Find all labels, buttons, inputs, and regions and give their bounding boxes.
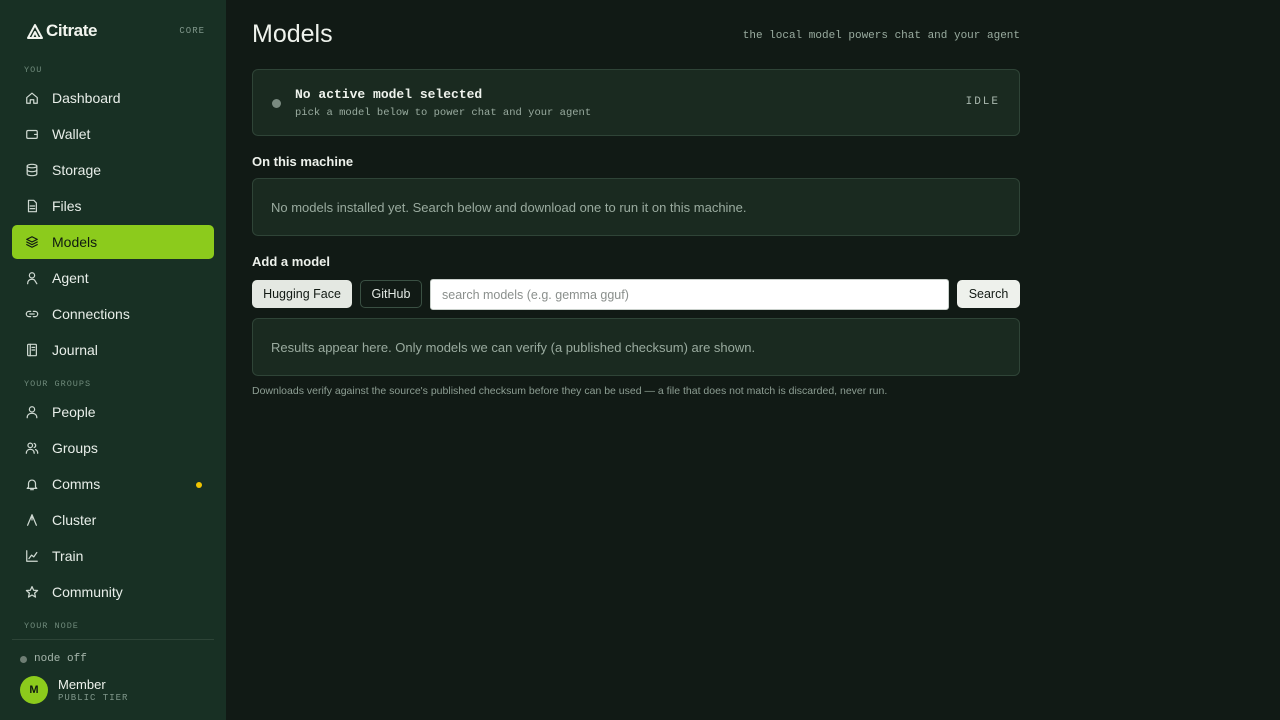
sidebar-item-label: Journal [52, 342, 98, 358]
section-label-groups: YOUR GROUPS [24, 379, 92, 389]
layers-icon [24, 234, 40, 250]
page-title: Models [252, 20, 333, 48]
wallet-icon [24, 126, 40, 142]
sidebar-item-label: Groups [52, 440, 98, 456]
sidebar-item-label: People [52, 404, 96, 420]
sidebar-item-label: Connections [52, 306, 130, 322]
citrate-logo-icon [26, 22, 44, 40]
status-dot [272, 99, 281, 108]
sidebar-item-community[interactable]: Community [12, 575, 214, 609]
person-icon [24, 404, 40, 420]
search-button[interactable]: Search [957, 280, 1020, 308]
group-icon [24, 440, 40, 456]
node-status-text: node off [34, 653, 87, 665]
status-badge: IDLE [965, 96, 1000, 108]
sidebar-item-label: Community [52, 584, 123, 600]
section-heading-add: Add a model [252, 254, 331, 269]
sidebar-item-journal[interactable]: Journal [12, 333, 214, 367]
sidebar-item-label: Train [52, 548, 84, 564]
sidebar-item-label: Models [52, 234, 98, 250]
bell-icon [24, 476, 40, 492]
agent-icon [24, 270, 40, 286]
brand-logo[interactable]: Citrate [26, 20, 97, 42]
installed-empty-text: No models installed yet. Search below an… [271, 200, 747, 215]
journal-icon [24, 342, 40, 358]
results-placeholder-text: Results appear here. Only models we can … [271, 340, 756, 355]
sidebar-item-label: Dashboard [52, 90, 121, 106]
sidebar-item-label: Agent [52, 270, 89, 286]
star-icon [24, 584, 40, 600]
checksum-footnote: Downloads verify against the source's pu… [252, 385, 888, 397]
status-subtitle: pick a model below to power chat and you… [295, 107, 592, 119]
search-input[interactable] [430, 279, 949, 310]
node-status-dot [20, 655, 27, 663]
sidebar-item-comms[interactable]: Comms [12, 467, 214, 501]
installed-models-panel: No models installed yet. Search below an… [252, 178, 1020, 236]
section-heading-machine: On this machine [252, 154, 354, 169]
sidebar-item-files[interactable]: Files [12, 189, 214, 223]
active-model-panel: No active model selected pick a model be… [252, 69, 1020, 136]
sidebar-item-label: Comms [52, 476, 101, 492]
user-profile[interactable]: M Member PUBLIC TIER [20, 676, 128, 704]
sidebar-item-models[interactable]: Models [12, 225, 214, 259]
brand-tag: CORE [179, 26, 205, 36]
node-status: node off [20, 653, 87, 665]
source-github-button[interactable]: GitHub [360, 280, 422, 308]
section-label-node: YOUR NODE [24, 621, 79, 631]
sidebar-item-label: Files [52, 198, 82, 214]
search-results-panel: Results appear here. Only models we can … [252, 318, 1020, 376]
sidebar-item-label: Cluster [52, 512, 97, 528]
sidebar-divider [12, 639, 214, 640]
sidebar-item-label: Storage [52, 162, 102, 178]
sidebar-item-train[interactable]: Train [12, 539, 214, 573]
user-name: Member [58, 676, 106, 692]
brand-name: Citrate [46, 21, 98, 40]
status-title: No active model selected [295, 87, 483, 102]
notification-dot [196, 482, 202, 488]
sidebar-item-connections[interactable]: Connections [12, 297, 214, 331]
section-label-you: YOU [24, 65, 43, 75]
sidebar: Citrate CORE YOU Dashboard Wallet Storag… [0, 0, 226, 720]
chart-icon [24, 548, 40, 564]
source-huggingface-button[interactable]: Hugging Face [252, 280, 352, 308]
avatar: M [20, 676, 48, 704]
sidebar-item-agent[interactable]: Agent [12, 261, 214, 295]
link-icon [24, 306, 40, 322]
sidebar-item-people[interactable]: People [12, 395, 214, 429]
cluster-icon [24, 512, 40, 528]
sidebar-item-wallet[interactable]: Wallet [12, 117, 214, 151]
sidebar-item-dashboard[interactable]: Dashboard [12, 81, 214, 115]
file-icon [24, 198, 40, 214]
sidebar-item-storage[interactable]: Storage [12, 153, 214, 187]
database-icon [24, 162, 40, 178]
sidebar-item-groups[interactable]: Groups [12, 431, 214, 465]
sidebar-item-label: Wallet [52, 126, 91, 142]
user-tier: PUBLIC TIER [58, 692, 129, 703]
page-hint: the local model powers chat and your age… [742, 30, 1020, 42]
home-icon [24, 90, 40, 106]
sidebar-item-cluster[interactable]: Cluster [12, 503, 214, 537]
